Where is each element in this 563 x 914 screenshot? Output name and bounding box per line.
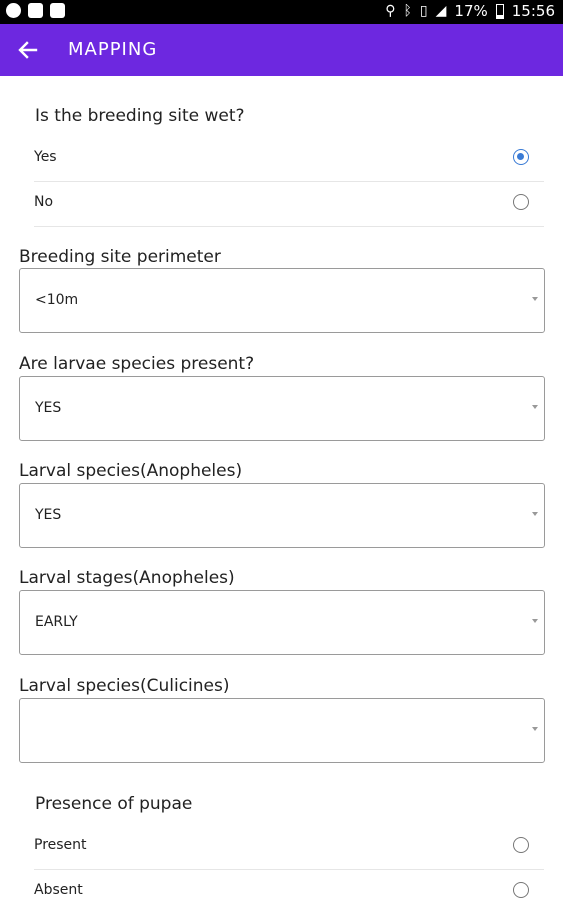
- radio-button[interactable]: [513, 194, 529, 210]
- wet-question-label: Is the breeding site wet?: [35, 106, 245, 126]
- app-toolbar: MAPPING: [0, 24, 563, 76]
- dropdown-caret-icon: [532, 619, 538, 623]
- notification-icons: [6, 3, 65, 18]
- dropdown-caret-icon: [532, 297, 538, 301]
- larval-species-culicines-select[interactable]: [19, 698, 545, 763]
- larvae-present-label: Are larvae species present?: [19, 354, 255, 374]
- gallery-icon: [28, 3, 43, 18]
- select-value: <10m: [35, 292, 79, 308]
- location-icon: ⚲: [385, 3, 396, 19]
- option-label: No: [34, 194, 54, 210]
- system-icons: ⚲ ᛒ ▯ ◢ 17% 15:56: [385, 2, 555, 20]
- perimeter-select[interactable]: <10m: [19, 268, 545, 333]
- larval-species-anopheles-select[interactable]: YES: [19, 483, 545, 548]
- radio-option-no[interactable]: No: [34, 182, 544, 227]
- option-label: Absent: [34, 882, 83, 898]
- radio-option-yes[interactable]: Yes: [34, 137, 544, 182]
- select-value: EARLY: [35, 614, 78, 630]
- perimeter-label: Breeding site perimeter: [19, 247, 221, 267]
- larval-stages-anopheles-select[interactable]: EARLY: [19, 590, 545, 655]
- dropdown-caret-icon: [532, 727, 538, 731]
- radio-option-absent[interactable]: Absent: [34, 870, 544, 914]
- dropdown-caret-icon: [532, 512, 538, 516]
- mail-icon: [50, 3, 65, 18]
- larval-species-anopheles-label: Larval species(Anopheles): [19, 461, 243, 481]
- whatsapp-icon: [6, 3, 21, 18]
- option-label: Present: [34, 837, 87, 853]
- vibrate-icon: ▯: [419, 3, 428, 19]
- select-value: YES: [35, 400, 62, 416]
- larvae-present-select[interactable]: YES: [19, 376, 545, 441]
- radio-button-checked[interactable]: [513, 149, 529, 165]
- status-bar: ⚲ ᛒ ▯ ◢ 17% 15:56: [0, 0, 563, 24]
- radio-button[interactable]: [513, 837, 529, 853]
- larval-species-culicines-label: Larval species(Culicines): [19, 676, 230, 696]
- back-button[interactable]: [14, 36, 42, 64]
- battery-percent: 17%: [454, 2, 488, 20]
- clock: 15:56: [511, 2, 555, 20]
- page-title: MAPPING: [68, 39, 158, 60]
- pupae-question-label: Presence of pupae: [35, 794, 193, 814]
- larval-stages-anopheles-label: Larval stages(Anopheles): [19, 568, 235, 588]
- radio-option-present[interactable]: Present: [34, 825, 544, 870]
- select-value: YES: [35, 507, 62, 523]
- bluetooth-icon: ᛒ: [403, 3, 412, 19]
- dropdown-caret-icon: [532, 405, 538, 409]
- radio-button[interactable]: [513, 882, 529, 898]
- arrow-left-icon: [18, 41, 38, 59]
- battery-icon: [495, 3, 504, 19]
- signal-icon: ◢: [435, 3, 447, 19]
- option-label: Yes: [34, 149, 57, 165]
